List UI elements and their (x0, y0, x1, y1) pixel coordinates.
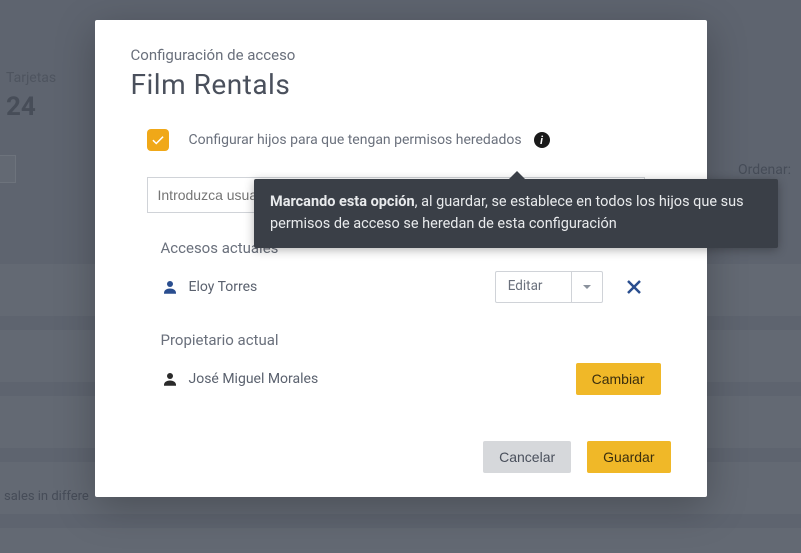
owner-row: José Miguel Morales Cambiar (161, 363, 671, 395)
close-icon (625, 278, 643, 296)
change-owner-button[interactable]: Cambiar (576, 363, 661, 395)
modal-title: Film Rentals (131, 68, 671, 101)
access-user-row: Eloy Torres Editar (161, 271, 671, 303)
inherit-permissions-checkbox[interactable] (147, 129, 169, 151)
user-icon (161, 278, 179, 296)
access-config-modal: Configuración de acceso Film Rentals Con… (95, 20, 707, 497)
cancel-button[interactable]: Cancelar (483, 441, 571, 473)
info-icon[interactable]: i (534, 132, 550, 148)
modal-footer: Cancelar Guardar (131, 441, 671, 473)
permission-select-value: Editar (496, 272, 572, 302)
modal-backdrop[interactable]: Configuración de acceso Film Rentals Con… (0, 0, 801, 553)
check-icon (151, 133, 165, 147)
tooltip-bold: Marcando esta opción (270, 193, 415, 210)
user-icon (161, 370, 179, 388)
permission-select[interactable]: Editar (495, 271, 603, 303)
owner-user-name: José Miguel Morales (189, 371, 319, 387)
chevron-down-icon (572, 272, 602, 302)
access-user-name: Eloy Torres (189, 279, 258, 295)
inherit-permissions-label: Configurar hijos para que tengan permiso… (189, 132, 522, 148)
modal-subtitle: Configuración de acceso (131, 46, 671, 64)
current-owner-label: Propietario actual (161, 331, 671, 349)
inherit-permissions-row: Configurar hijos para que tengan permiso… (131, 129, 671, 151)
save-button[interactable]: Guardar (587, 441, 670, 473)
info-tooltip: Marcando esta opción, al guardar, se est… (254, 179, 778, 248)
remove-access-button[interactable] (625, 278, 643, 296)
